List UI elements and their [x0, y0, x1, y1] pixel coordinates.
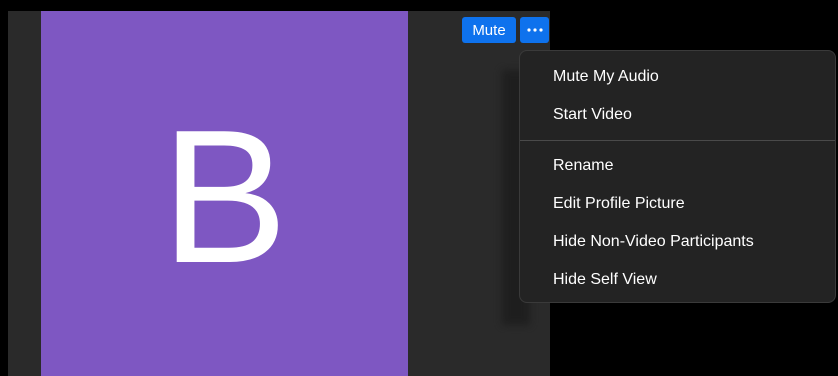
- menu-item-hide-self-view[interactable]: Hide Self View: [520, 261, 835, 299]
- ellipsis-icon: [526, 28, 543, 32]
- mute-button[interactable]: Mute: [462, 17, 516, 43]
- meeting-stage: B Mute Mute My Audio Start Video Rename …: [0, 0, 838, 376]
- menu-item-edit-profile-picture[interactable]: Edit Profile Picture: [520, 185, 835, 223]
- participant-options-menu: Mute My Audio Start Video Rename Edit Pr…: [519, 50, 836, 303]
- more-options-button[interactable]: [520, 17, 549, 43]
- menu-item-mute-my-audio[interactable]: Mute My Audio: [520, 58, 835, 96]
- menu-divider: [520, 140, 835, 141]
- menu-item-rename[interactable]: Rename: [520, 147, 835, 185]
- menu-item-start-video[interactable]: Start Video: [520, 96, 835, 134]
- menu-item-hide-non-video-participants[interactable]: Hide Non-Video Participants: [520, 223, 835, 261]
- participant-avatar: B: [41, 11, 408, 376]
- avatar-initial: B: [161, 90, 288, 303]
